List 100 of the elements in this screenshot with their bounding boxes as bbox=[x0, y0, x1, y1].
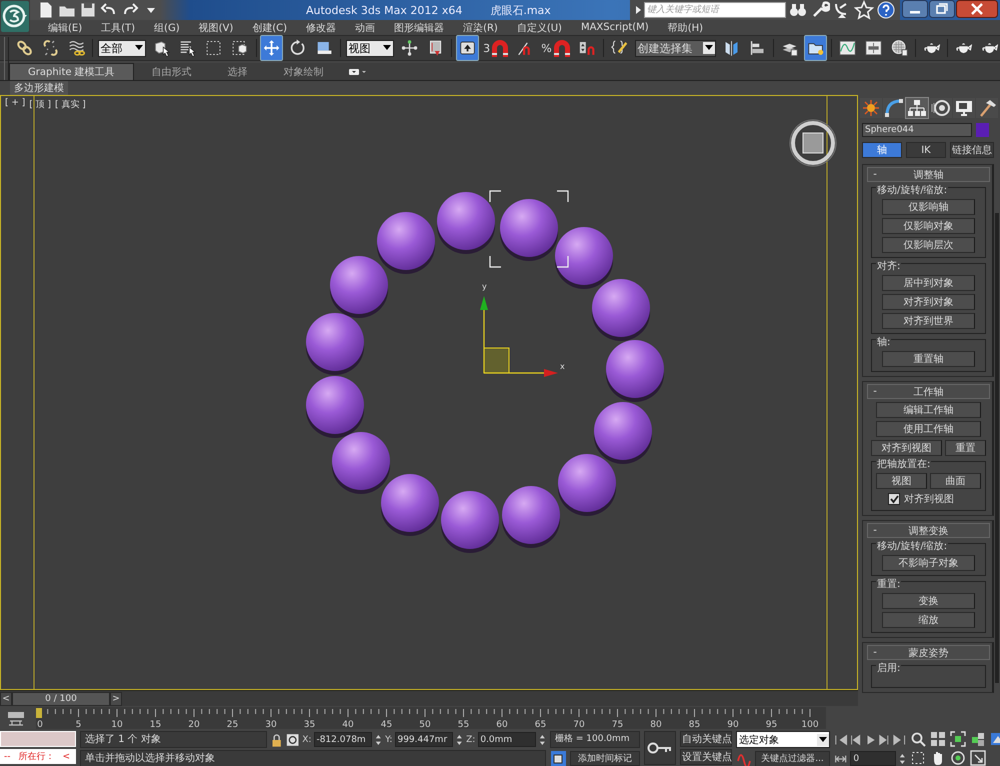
time-slider-handle[interactable]: 0 / 100 bbox=[12, 692, 110, 706]
sphere[interactable] bbox=[332, 432, 390, 494]
hierarchy-icon[interactable] bbox=[906, 98, 928, 118]
ribbon-tab[interactable]: 自由形式 bbox=[134, 64, 210, 80]
viewport[interactable]: [ + ] [ 顶 ] [ 真实 ] y x bbox=[0, 95, 858, 690]
rollout-header[interactable]: - 蒙皮姿势 bbox=[867, 645, 990, 660]
panel-button[interactable]: 变换 bbox=[882, 593, 975, 609]
maximize-viewport-icon[interactable] bbox=[970, 750, 986, 766]
menu-item[interactable]: 编辑(E) bbox=[40, 20, 94, 34]
sphere[interactable] bbox=[558, 454, 616, 516]
panel-button[interactable]: 仅影响层次 bbox=[882, 237, 975, 253]
panel-tab[interactable]: 轴 bbox=[862, 142, 902, 158]
listener-field[interactable] bbox=[0, 731, 76, 747]
move-icon[interactable] bbox=[261, 36, 282, 60]
rollout-header[interactable]: - 调整变换 bbox=[867, 523, 990, 538]
ribbon-options-icon[interactable] bbox=[348, 66, 368, 78]
search-field[interactable]: 键入关键字或短语 bbox=[644, 2, 786, 18]
panel-button[interactable]: 对齐到视图 bbox=[871, 440, 942, 456]
panel-tab[interactable]: IK bbox=[906, 142, 946, 158]
restore-icon[interactable] bbox=[929, 0, 955, 18]
region-zoom-icon[interactable] bbox=[910, 750, 926, 766]
rollout-title[interactable]: 调整轴 bbox=[882, 168, 975, 182]
coordinate-field[interactable]: -812.078m bbox=[314, 732, 372, 747]
ribbon-panel-label[interactable]: 多边形建模 bbox=[10, 81, 68, 95]
close-icon[interactable] bbox=[956, 0, 998, 18]
object-name-field[interactable]: Sphere044 bbox=[862, 123, 972, 137]
sphere[interactable] bbox=[592, 279, 650, 341]
hammer-icon[interactable] bbox=[976, 98, 998, 118]
panel-tab[interactable]: 链接信息 bbox=[950, 142, 994, 158]
panel-button[interactable]: 居中到对象 bbox=[882, 275, 975, 291]
checkbox-label[interactable]: 对齐到视图 bbox=[904, 492, 954, 506]
viewport-label[interactable]: [ 顶 ] bbox=[29, 98, 52, 111]
star-icon[interactable] bbox=[854, 0, 874, 20]
app-logo-button[interactable] bbox=[0, 0, 30, 33]
panel-button[interactable]: 对齐到世界 bbox=[882, 313, 975, 329]
panel-button[interactable]: 仅影响轴 bbox=[882, 199, 975, 215]
ribbon-tab[interactable]: 对象绘制 bbox=[266, 64, 342, 80]
checkbox[interactable] bbox=[888, 493, 900, 505]
menu-item[interactable]: 自定义(U) bbox=[508, 20, 573, 34]
viewport-label[interactable]: [ + ] bbox=[5, 98, 26, 111]
time-slider-track[interactable]: < 0 / 100 > bbox=[0, 690, 858, 706]
panel-button[interactable]: 编辑工作轴 bbox=[876, 402, 981, 418]
panel-button[interactable]: 不影响子对象 bbox=[882, 555, 975, 571]
collapse-toggle[interactable]: - bbox=[868, 647, 882, 658]
menu-item[interactable]: MAXScript(M) bbox=[572, 22, 660, 33]
auto-key-button[interactable]: 自动关键点 bbox=[680, 731, 732, 747]
menu-item[interactable]: 创建(C) bbox=[244, 20, 298, 34]
sphere[interactable] bbox=[381, 474, 439, 536]
object-color-swatch[interactable] bbox=[976, 123, 989, 137]
panel-button[interactable]: 使用工作轴 bbox=[876, 421, 981, 437]
panel-button[interactable]: 视图 bbox=[876, 473, 927, 489]
rollout-header[interactable]: - 调整轴 bbox=[867, 167, 990, 182]
zoom-icon[interactable] bbox=[910, 731, 926, 747]
orbit-icon[interactable] bbox=[950, 750, 966, 766]
listener-output[interactable]: -- 所在行： < bbox=[0, 749, 76, 764]
previous-frame-button[interactable]: < bbox=[0, 692, 12, 706]
sphere[interactable] bbox=[437, 192, 495, 254]
dropdown-field[interactable]: 视图 bbox=[346, 40, 394, 56]
viewcube-drawing[interactable] bbox=[790, 120, 836, 166]
folder-icon[interactable] bbox=[804, 36, 826, 60]
sphere[interactable] bbox=[377, 212, 435, 274]
dropdown-field[interactable]: 全部 bbox=[98, 40, 146, 56]
time-tag-icon[interactable] bbox=[550, 750, 567, 766]
current-frame-field[interactable]: 0 bbox=[850, 751, 896, 766]
key-mode-dropdown[interactable]: 选定对象 bbox=[736, 731, 830, 748]
ribbon-tab[interactable]: 选择 bbox=[210, 64, 266, 80]
zoom-extents-all-icon[interactable] bbox=[970, 731, 986, 747]
sphere[interactable] bbox=[606, 340, 664, 402]
coordinate-field[interactable]: 999.447mr bbox=[395, 732, 454, 747]
sphere[interactable] bbox=[594, 402, 652, 464]
crosshair-icon[interactable] bbox=[286, 732, 300, 748]
minimize-icon[interactable] bbox=[902, 0, 928, 18]
panel-button[interactable]: 曲面 bbox=[930, 473, 981, 489]
sphere[interactable] bbox=[330, 256, 388, 318]
menu-item[interactable]: 图形编辑器 bbox=[386, 20, 456, 34]
dropdown-field[interactable]: 创建选择集 bbox=[634, 40, 716, 56]
current-frame-marker[interactable] bbox=[36, 708, 42, 718]
add-time-tag-button[interactable]: 添加时间标记 bbox=[570, 751, 640, 766]
sphere[interactable] bbox=[555, 227, 613, 289]
save-icon[interactable] bbox=[78, 0, 98, 20]
x-axis-arrow[interactable] bbox=[484, 369, 558, 377]
sphere[interactable] bbox=[502, 486, 560, 548]
menu-item[interactable]: 组(G) bbox=[146, 20, 191, 34]
sphere[interactable] bbox=[306, 313, 364, 375]
sphere[interactable] bbox=[500, 199, 558, 261]
panel-button[interactable]: 缩放 bbox=[882, 612, 975, 628]
panel-button[interactable]: 对齐到对象 bbox=[882, 294, 975, 310]
sun-icon[interactable] bbox=[860, 98, 882, 118]
y-axis-arrow[interactable] bbox=[480, 296, 488, 373]
snap-toggle-button[interactable]: % bbox=[541, 38, 572, 58]
monitor-icon[interactable] bbox=[952, 98, 975, 118]
menu-item[interactable]: 修改器 bbox=[298, 20, 348, 34]
menu-item[interactable]: 渲染(R) bbox=[455, 20, 509, 34]
panel-button[interactable]: 重置轴 bbox=[882, 351, 975, 367]
menu-item[interactable]: 视图(V) bbox=[190, 20, 244, 34]
sphere[interactable] bbox=[306, 376, 364, 438]
next-frame-button[interactable]: > bbox=[110, 692, 122, 706]
lock-icon[interactable] bbox=[270, 732, 283, 748]
set-key-mode-button[interactable]: 设置关键点 bbox=[680, 749, 732, 765]
keyboard-shortcut-icon[interactable] bbox=[457, 36, 478, 60]
